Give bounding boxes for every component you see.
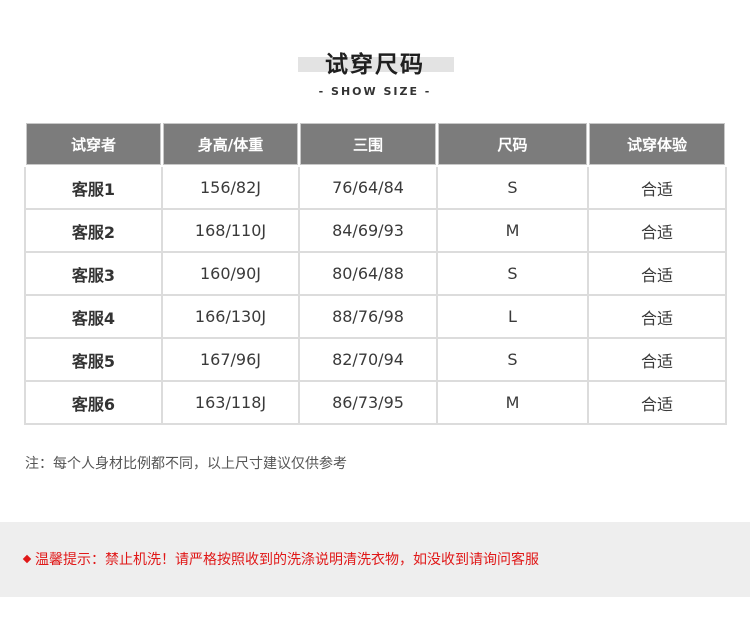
tester-name: 客服4	[24, 295, 163, 339]
table-row: 客服6 163/118J 86/73/95 M 合适	[24, 381, 727, 425]
fit-cell: 合适	[588, 381, 727, 425]
page-subtitle: - SHOW SIZE -	[318, 85, 432, 98]
page-title: 试穿尺码	[325, 52, 425, 78]
disclaimer-note: 注：每个人身材比例都不同，以上尺寸建议仅供参考	[25, 456, 347, 472]
fit-cell: 合适	[588, 338, 727, 382]
diamond-bullet-icon	[22, 554, 32, 564]
measurements-cell: 88/76/98	[299, 295, 438, 339]
size-cell: S	[437, 166, 589, 210]
size-cell: M	[437, 381, 589, 425]
height-weight-cell: 163/118J	[162, 381, 300, 425]
height-weight-cell: 167/96J	[162, 338, 300, 382]
size-cell: S	[437, 252, 589, 296]
tester-name: 客服1	[24, 166, 163, 210]
height-weight-cell: 166/130J	[162, 295, 300, 339]
fit-cell: 合适	[588, 295, 727, 339]
size-cell: M	[437, 209, 589, 253]
care-notice-text: 温馨提示：禁止机洗！请严格按照收到的洗涤说明清洗衣物，如没收到请询问客服	[35, 552, 539, 568]
column-header-tester: 试穿者	[24, 121, 163, 167]
column-header-fit: 试穿体验	[587, 121, 727, 167]
care-notice: 温馨提示：禁止机洗！请严格按照收到的洗涤说明清洗衣物，如没收到请询问客服	[22, 550, 539, 570]
measurements-cell: 76/64/84	[299, 166, 438, 210]
table-row: 客服5 167/96J 82/70/94 S 合适	[24, 338, 727, 382]
title-block: 试穿尺码	[0, 50, 750, 80]
column-header-measurements: 三围	[298, 121, 438, 167]
table-row: 客服1 156/82J 76/64/84 S 合适	[24, 166, 727, 210]
fit-cell: 合适	[588, 209, 727, 253]
table-row: 客服2 168/110J 84/69/93 M 合适	[24, 209, 727, 253]
table-row: 客服4 166/130J 88/76/98 L 合适	[24, 295, 727, 339]
measurements-cell: 84/69/93	[299, 209, 438, 253]
height-weight-cell: 156/82J	[162, 166, 300, 210]
size-cell: L	[437, 295, 589, 339]
height-weight-cell: 160/90J	[162, 252, 300, 296]
table-row: 客服3 160/90J 80/64/88 S 合适	[24, 252, 727, 296]
fit-cell: 合适	[588, 166, 727, 210]
tester-name: 客服6	[24, 381, 163, 425]
table-header-row: 试穿者 身高/体重 三围 尺码 试穿体验	[24, 121, 727, 167]
care-notice-band: 温馨提示：禁止机洗！请严格按照收到的洗涤说明清洗衣物，如没收到请询问客服	[0, 522, 750, 597]
measurements-cell: 86/73/95	[299, 381, 438, 425]
column-header-size: 尺码	[436, 121, 589, 167]
size-table: 试穿者 身高/体重 三围 尺码 试穿体验 客服1 156/82J 76/64/8…	[24, 121, 727, 425]
height-weight-cell: 168/110J	[162, 209, 300, 253]
measurements-cell: 80/64/88	[299, 252, 438, 296]
tester-name: 客服2	[24, 209, 163, 253]
fit-cell: 合适	[588, 252, 727, 296]
column-header-height-weight: 身高/体重	[161, 121, 300, 167]
tester-name: 客服5	[24, 338, 163, 382]
measurements-cell: 82/70/94	[299, 338, 438, 382]
tester-name: 客服3	[24, 252, 163, 296]
size-cell: S	[437, 338, 589, 382]
